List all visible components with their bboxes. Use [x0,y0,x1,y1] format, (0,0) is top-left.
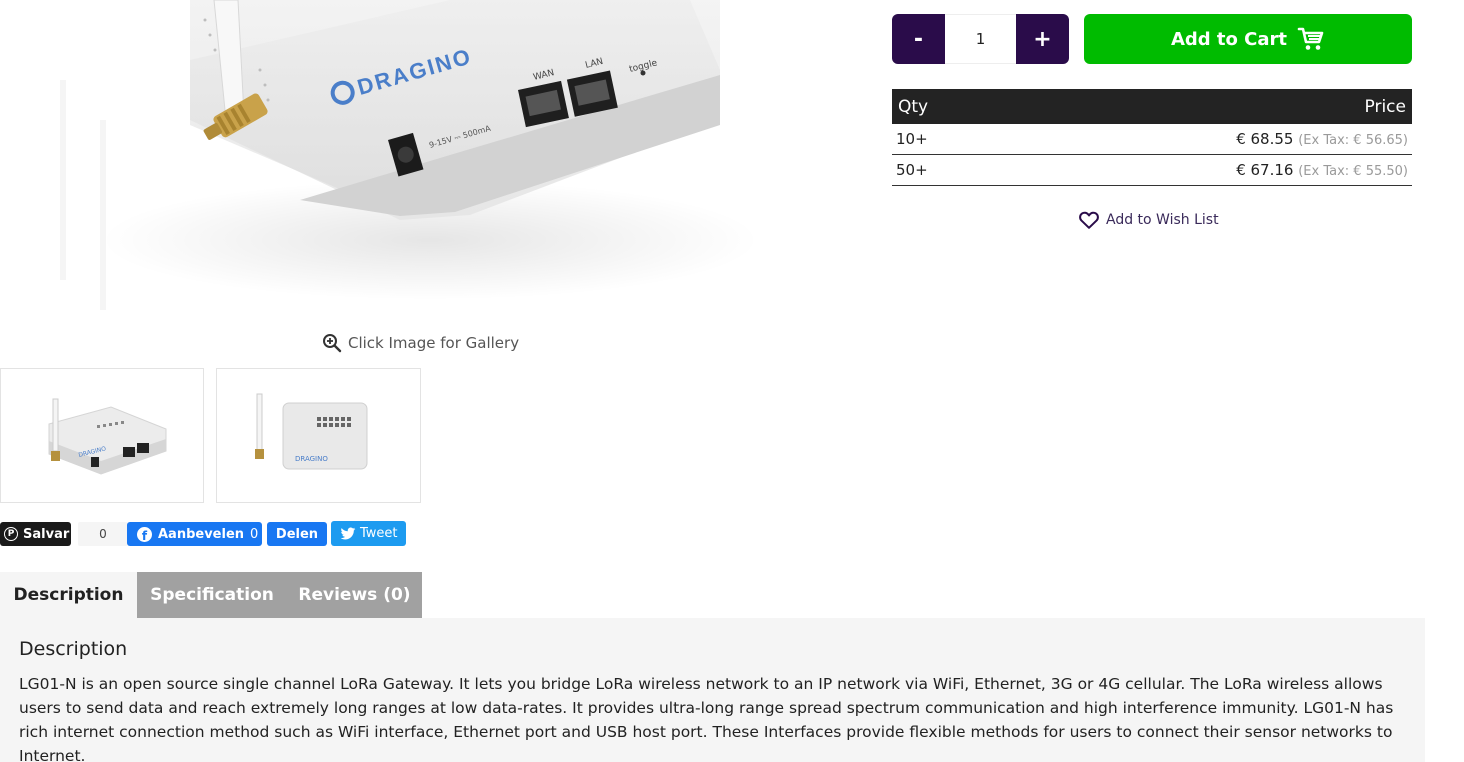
zoom-in-icon [323,334,342,353]
row-price-cell: € 67.16 (Ex Tax: € 55.50) [990,154,1412,186]
pinterest-save-label: Salvar [23,526,70,542]
shopping-cart-icon [1297,27,1324,50]
description-panel: Description LG01-N is an open source sin… [0,618,1425,762]
tweet-label: Tweet [360,526,398,541]
facebook-like-label: Aanbevelen [158,526,245,542]
add-to-cart-label: Add to Cart [1170,28,1288,50]
price-table-header: Qty Price [892,89,1412,124]
svg-text:DRAGINO: DRAGINO [295,455,328,463]
twitter-bird-icon [340,527,356,539]
pinterest-save-button[interactable]: P Salvar [0,522,71,546]
row-qty: 10+ [892,124,991,155]
table-row: 50+ € 67.16 (Ex Tax: € 55.50) [892,154,1412,186]
thumbnail-device-angle-image: DRAGINO [48,398,167,475]
heart-icon [1079,211,1099,229]
row-ex-tax: (Ex Tax: € 55.50) [1298,164,1408,179]
row-qty: 50+ [892,154,991,186]
description-text: LG01-N is an open source single channel … [19,675,1394,762]
add-to-cart-button[interactable]: Add to Cart [1084,14,1412,64]
quantity-stepper: - + [892,14,1069,64]
row-price: € 68.55 [1236,130,1294,148]
row-price: € 67.16 [1236,161,1294,179]
wishlist-label: Add to Wish List [1106,212,1219,228]
quantity-increase-button[interactable]: + [1016,14,1069,64]
row-price-cell: € 68.55 (Ex Tax: € 56.65) [990,124,1412,155]
table-row: 10+ € 68.55 (Ex Tax: € 56.65) [892,124,1412,155]
gateway-device-illustration: DRAGINO 9-15V ⎓ 500mA WAN LAN toggle [60,0,760,310]
tab-reviews[interactable]: Reviews (0) [287,572,422,618]
facebook-like-button[interactable]: f Aanbevelen 0 [127,522,262,546]
product-thumbnail-2[interactable]: DRAGINO [216,368,421,503]
row-ex-tax: (Ex Tax: € 56.65) [1298,133,1408,148]
tab-description[interactable]: Description [0,572,137,618]
description-heading: Description [19,638,128,660]
price-column-header: Price [990,89,1412,124]
tweet-button[interactable]: Tweet [331,521,406,546]
volume-price-table: Qty Price 10+ € 68.55 (Ex Tax: € 56.65) … [892,89,1412,186]
facebook-icon: f [137,526,152,542]
gallery-hint[interactable]: Click Image for Gallery [322,331,519,355]
facebook-share-button[interactable]: Delen [267,522,327,546]
quantity-input[interactable] [945,14,1016,64]
main-product-image[interactable]: DRAGINO 9-15V ⎓ 500mA WAN LAN toggle [0,0,860,330]
pinterest-count: 0 [78,522,128,546]
tab-specification[interactable]: Specification [137,572,287,618]
add-to-wishlist-link[interactable]: Add to Wish List [1078,208,1219,232]
facebook-like-count: 0 [250,526,259,542]
gallery-hint-label: Click Image for Gallery [348,334,520,352]
qty-column-header: Qty [892,89,991,124]
pinterest-icon: P [4,527,18,541]
product-tabs: Description Specification Reviews (0) [0,572,422,618]
quantity-decrease-button[interactable]: - [892,14,945,64]
product-thumbnail-1[interactable]: DRAGINO [0,368,204,503]
thumbnail-device-top-image: DRAGINO [255,393,368,470]
